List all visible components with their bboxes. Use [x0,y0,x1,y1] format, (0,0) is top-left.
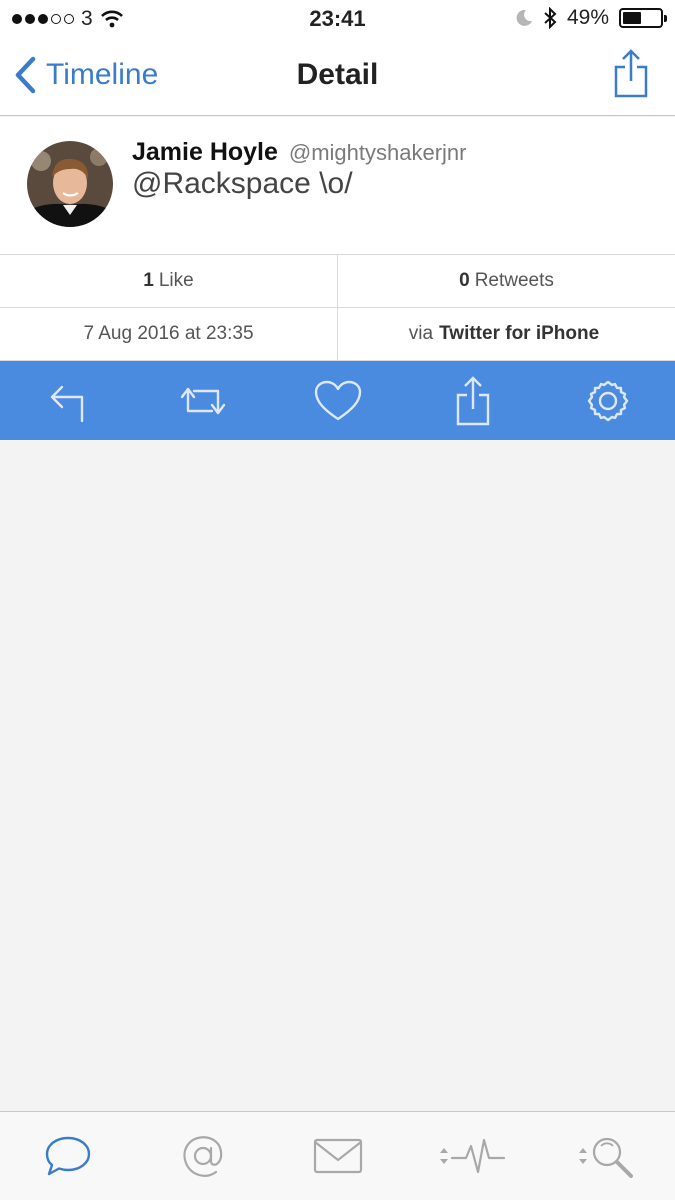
tweet-source[interactable]: via Twitter for iPhone [338,308,675,360]
battery-percent: 49% [566,6,609,29]
tab-messages[interactable] [270,1112,405,1200]
retweets-count[interactable]: 0 Retweets [338,255,675,307]
gear-icon [587,380,628,421]
likes-number: 1 [143,270,154,291]
tab-mentions[interactable] [135,1112,270,1200]
status-right-group: 49% [515,6,667,30]
date-label: 7 Aug 2016 at 23:35 [83,323,254,344]
speech-bubble-icon [45,1136,90,1176]
like-button[interactable] [270,361,405,440]
share-icon [614,49,648,98]
avatar[interactable] [27,141,113,227]
author-name[interactable]: Jamie Hoyle [132,138,278,166]
reply-icon [50,385,83,422]
status-bar: 3 23:41 49% [0,0,675,38]
tweet-card: Jamie Hoyle @mightyshakerjnr @Rackspace … [0,117,675,255]
reply-button[interactable] [0,361,135,440]
search-icon [578,1137,633,1178]
retweet-icon [180,387,225,414]
bluetooth-icon [544,7,557,29]
stats-counts-row: 1 Like 0 Retweets [0,255,675,308]
action-bar [0,361,675,440]
tweet-date: 7 Aug 2016 at 23:35 [0,308,338,360]
tab-activity[interactable] [405,1112,540,1200]
at-sign-icon [182,1136,222,1177]
tweet-text: @Rackspace \o/ [132,167,353,200]
heart-icon [314,380,361,420]
avatar-image [27,141,113,227]
via-prefix: via [408,323,434,344]
tweet-stats: 1 Like 0 Retweets 7 Aug 2016 at 23:35 vi… [0,255,675,361]
navigation-bar: Timeline Detail [0,38,675,116]
tab-timeline[interactable] [0,1112,135,1200]
tweet-author: Jamie Hoyle @mightyshakerjnr [132,138,467,167]
retweets-number: 0 [459,270,470,291]
via-client: Twitter for iPhone [439,323,600,344]
author-handle[interactable]: @mightyshakerjnr [289,140,467,165]
tab-bar [0,1111,675,1200]
battery-fill [623,12,641,24]
retweet-button[interactable] [135,361,270,440]
stats-meta-row: 7 Aug 2016 at 23:35 via Twitter for iPho… [0,308,675,361]
moon-icon [516,9,532,26]
retweets-label: Retweets [474,270,554,291]
share-tweet-button[interactable] [405,361,540,440]
battery-icon [619,8,667,28]
envelope-icon [313,1138,362,1174]
page-title: Detail [296,58,379,91]
share-button[interactable] [613,48,649,103]
share-icon [456,375,489,425]
tab-search[interactable] [540,1112,675,1200]
activity-icon [439,1138,505,1174]
settings-button[interactable] [540,361,675,440]
likes-label: Like [158,270,194,291]
likes-count[interactable]: 1 Like [0,255,338,307]
